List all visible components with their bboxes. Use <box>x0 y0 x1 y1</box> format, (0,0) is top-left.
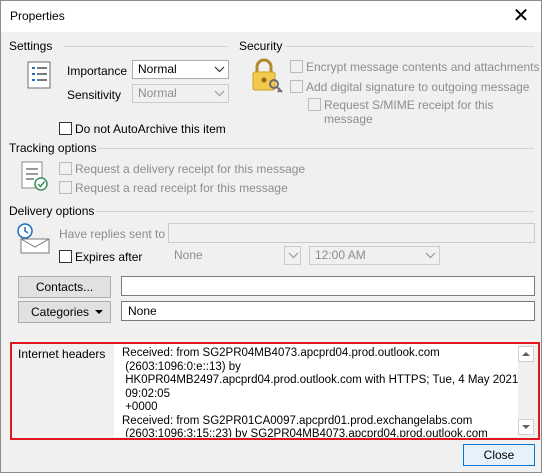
close-window-icon[interactable]: ✕ <box>507 3 535 29</box>
autoarchive-label: Do not AutoArchive this item <box>75 122 226 136</box>
smime-label: Request S/MIME receipt for this message <box>324 98 494 126</box>
lock-key-icon <box>249 58 283 94</box>
properties-dialog: Properties ✕ Settings Importance Normal … <box>0 0 542 473</box>
delivery-receipt-label: Request a delivery receipt for this mess… <box>75 162 306 176</box>
tracking-checklist-icon <box>19 159 49 193</box>
categories-button-label: Categories <box>31 305 90 319</box>
signature-label: Add digital signature to outgoing messag… <box>306 80 530 94</box>
replies-label: Have replies sent to <box>59 227 166 241</box>
importance-label: Importance <box>67 64 128 78</box>
expires-checkbox[interactable] <box>59 250 72 263</box>
contacts-button[interactable]: Contacts... <box>18 276 111 298</box>
delivery-receipt-checkbox[interactable] <box>59 162 72 175</box>
expires-time-select[interactable]: 12:00 AM <box>309 246 440 265</box>
categories-button[interactable]: Categories <box>18 301 111 323</box>
security-divider <box>285 46 534 47</box>
expires-time-value: 12:00 AM <box>315 248 366 262</box>
read-receipt-checkbox[interactable] <box>59 181 72 194</box>
categories-input[interactable]: None <box>121 301 535 321</box>
tracking-heading: Tracking options <box>9 141 97 155</box>
sensitivity-select[interactable]: Normal <box>132 84 229 103</box>
chevron-down-icon <box>93 302 105 322</box>
delivery-divider <box>96 211 534 212</box>
smime-checkbox[interactable] <box>308 98 321 111</box>
encrypt-label: Encrypt message contents and attachments <box>306 60 540 74</box>
chevron-down-icon <box>211 85 228 102</box>
tracking-divider <box>98 148 534 149</box>
chevron-down-icon <box>422 247 439 264</box>
chevron-down-icon <box>284 246 301 265</box>
settings-list-icon <box>23 59 55 91</box>
internet-headers-highlight <box>10 342 540 440</box>
signature-checkbox[interactable] <box>290 80 303 93</box>
importance-select[interactable]: Normal <box>132 60 229 79</box>
delivery-envelope-icon <box>15 221 53 255</box>
sensitivity-label: Sensitivity <box>67 88 122 102</box>
read-receipt-label: Request a read receipt for this message <box>75 181 288 195</box>
delivery-heading: Delivery options <box>9 204 95 218</box>
expires-date-value: None <box>174 248 203 262</box>
contacts-input[interactable] <box>121 276 535 296</box>
dialog-title: Properties <box>10 9 65 23</box>
sensitivity-value: Normal <box>138 86 177 100</box>
autoarchive-checkbox[interactable] <box>59 122 72 135</box>
settings-heading: Settings <box>9 39 53 53</box>
expires-label: Expires after <box>75 250 143 264</box>
security-heading: Security <box>239 39 283 53</box>
encrypt-checkbox[interactable] <box>290 60 303 73</box>
importance-value: Normal <box>138 62 177 76</box>
chevron-down-icon <box>211 61 228 78</box>
title-bar: Properties ✕ <box>1 1 541 32</box>
close-button[interactable]: Close <box>463 444 535 466</box>
expires-date-select[interactable]: None <box>168 246 301 265</box>
replies-input[interactable] <box>168 223 535 243</box>
settings-divider <box>63 46 228 47</box>
